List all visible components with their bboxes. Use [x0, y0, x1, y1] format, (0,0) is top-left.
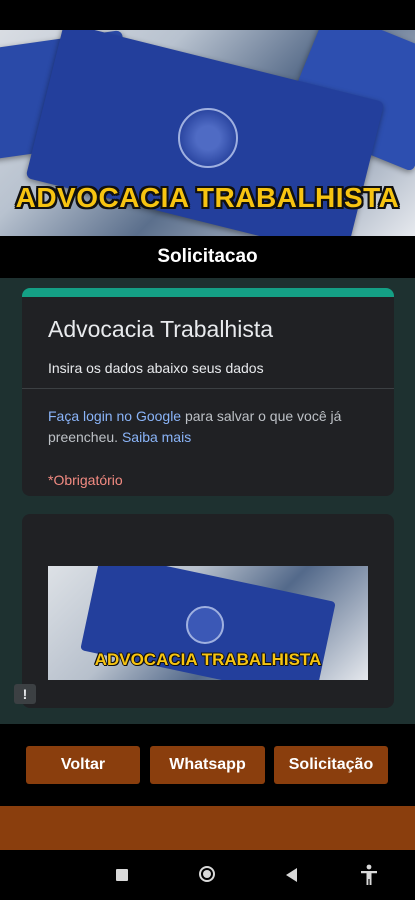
recents-icon[interactable]: [116, 869, 128, 881]
android-nav-bar: [0, 850, 415, 900]
status-bar: [0, 0, 415, 30]
divider: [22, 388, 394, 389]
emblem-icon: [186, 606, 224, 644]
form-header-card: Advocacia Trabalhista Insira os dados ab…: [22, 288, 394, 496]
required-note: *Obrigatório: [48, 472, 123, 488]
form-area: Advocacia Trabalhista Insira os dados ab…: [0, 278, 415, 724]
back-button[interactable]: Voltar: [26, 746, 140, 784]
hero-title: ADVOCACIA TRABALHISTA: [15, 182, 400, 213]
form-title: Advocacia Trabalhista: [48, 316, 274, 342]
hero-banner: ADVOCACIA TRABALHISTA: [0, 30, 415, 236]
emblem-icon: [178, 108, 238, 168]
back-icon[interactable]: [286, 868, 297, 882]
login-notice: Faça login no Google para salvar o que v…: [48, 406, 378, 448]
accent-bar: [22, 288, 394, 297]
bottom-strip: [0, 806, 415, 850]
accessibility-icon[interactable]: [360, 864, 378, 886]
form-image-card: ADVOCACIA TRABALHISTA: [22, 514, 394, 708]
learn-more-link[interactable]: Saiba mais: [122, 429, 191, 445]
request-button[interactable]: Solicitação: [274, 746, 388, 784]
button-row: Voltar Whatsapp Solicitação: [0, 724, 415, 806]
image-title: ADVOCACIA TRABALHISTA: [94, 650, 322, 669]
whatsapp-button[interactable]: Whatsapp: [150, 746, 265, 784]
feedback-icon[interactable]: !: [14, 684, 36, 704]
page-title: Solicitacao: [0, 236, 415, 278]
login-link[interactable]: Faça login no Google: [48, 408, 181, 424]
home-icon[interactable]: [199, 866, 215, 882]
form-image: ADVOCACIA TRABALHISTA: [48, 566, 368, 680]
form-description: Insira os dados abaixo seus dados: [48, 360, 264, 376]
